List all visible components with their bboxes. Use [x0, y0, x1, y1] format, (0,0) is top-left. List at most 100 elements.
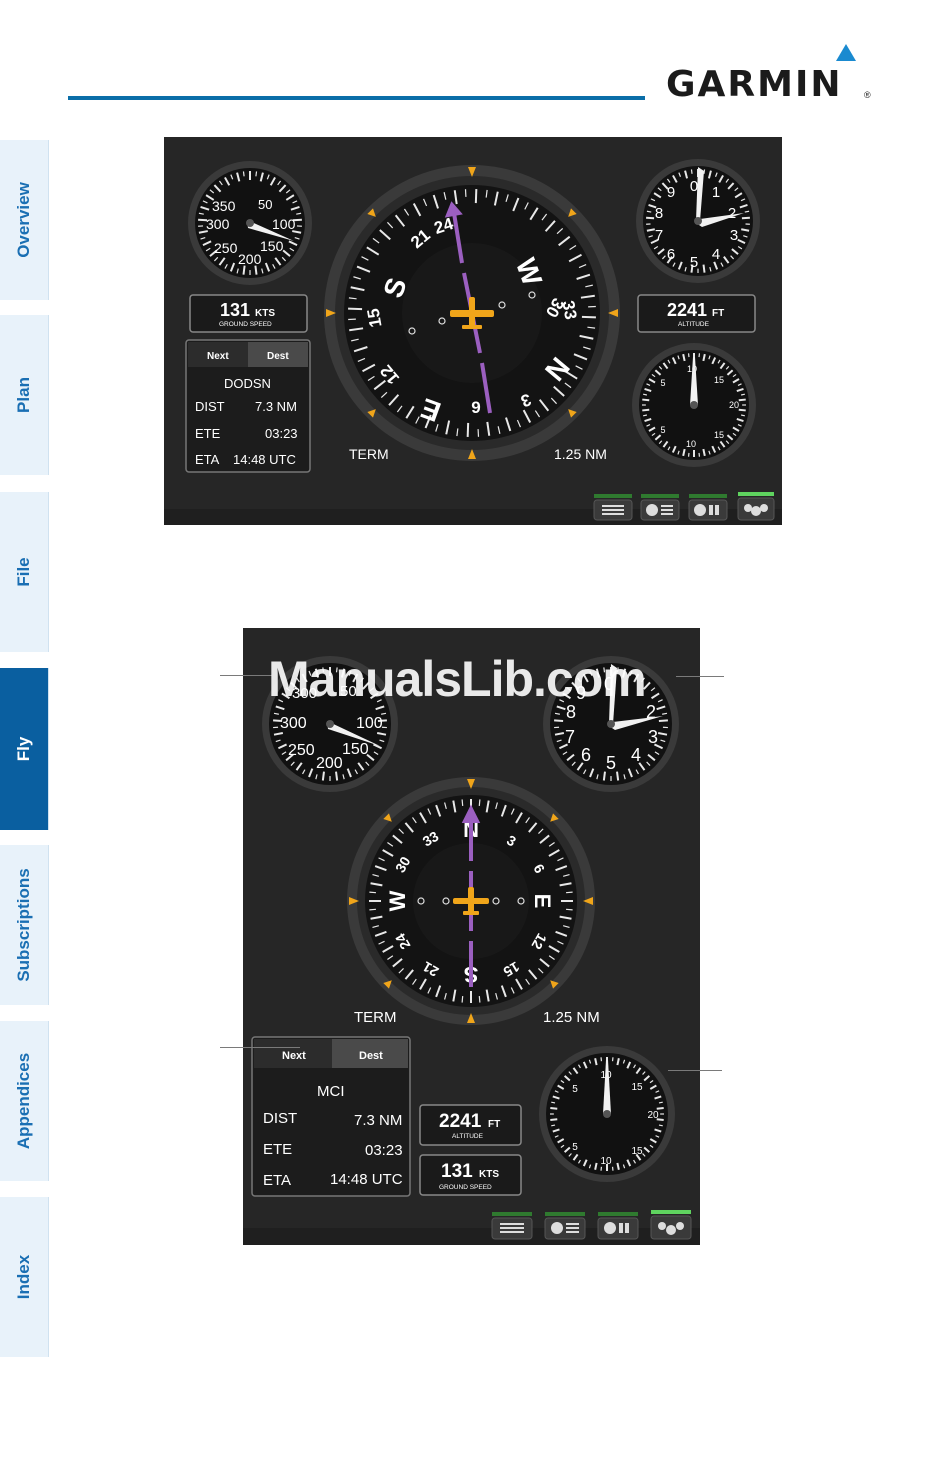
tick-mark [741, 216, 750, 220]
layout-grid-icon [500, 1223, 524, 1233]
tick-mark [461, 799, 464, 807]
tick-mark [369, 891, 377, 894]
brand-name: GARMIN [666, 64, 843, 105]
airspeed-tick-label: 200 [316, 755, 343, 772]
garmin-triangle-icon [836, 44, 856, 61]
callout-line-vsi [668, 1070, 722, 1071]
ground-speed-value: 131 [220, 300, 250, 320]
tab-file[interactable]: File [0, 492, 49, 652]
landscape-panel-screenshot: 350 50 300 100 250 150 200 131 KTS GROUN… [164, 137, 782, 525]
vsi-tick-label: 5 [572, 1084, 578, 1095]
airspeed-tick-label: 100 [356, 715, 383, 732]
altimeter-tick-label: 7 [565, 727, 575, 747]
waypoint-info-box: Next Dest MCI DIST 7.3 NM ETE 03:23 ETA … [251, 1036, 411, 1197]
tick-mark [702, 264, 706, 273]
altimeter-tick-label: 6 [667, 246, 675, 263]
waypoint-name: DODSN [224, 376, 271, 391]
callout-line-airspeed [220, 675, 272, 676]
ground-speed-value: 131 [441, 1161, 473, 1182]
waypoint-info-box: Next Dest DODSN DIST 7.3 NM ETE 03:23 ET… [185, 339, 311, 473]
dist-value: 7.3 NM [255, 399, 297, 414]
portrait-panel-screenshot: 300 50 300 100 250 150 200 0 9 8 2 7 3 6… [243, 628, 700, 1245]
hsi-range: 1.25 NM [543, 1009, 600, 1026]
dist-label: DIST [263, 1110, 297, 1127]
tick-mark [646, 216, 655, 220]
tick-mark [646, 210, 652, 213]
altimeter: 0 1 9 2 8 3 7 4 6 5 [636, 159, 760, 283]
vsi-tick-label: 15 [714, 430, 724, 440]
hsi-label: 9 [471, 398, 480, 417]
tick-mark [616, 1162, 620, 1170]
layout-dial-list-button[interactable] [640, 494, 680, 521]
layout-grid-icon [602, 505, 624, 515]
tab-subscriptions[interactable]: Subscriptions [0, 845, 49, 1005]
ete-label: ETE [263, 1141, 292, 1158]
tick-mark [738, 398, 746, 402]
dist-label: DIST [195, 399, 225, 414]
altimeter-tick-label: 3 [730, 227, 738, 244]
callout-line-waypoint [220, 1047, 300, 1048]
tick-mark [461, 995, 464, 1003]
hsi-mode: TERM [354, 1009, 397, 1026]
airspeed-tick-label: 300 [206, 216, 230, 232]
tick-mark [656, 1107, 664, 1110]
tick-mark [565, 908, 573, 911]
dest-tab-label: Dest [267, 351, 289, 362]
ete-label: ETE [195, 426, 221, 441]
layout-grid-button[interactable] [593, 494, 633, 521]
tab-label: Subscriptions [14, 868, 33, 982]
tab-appendices[interactable]: Appendices [0, 1021, 49, 1181]
vsi-tick-label: 15 [631, 1146, 643, 1157]
tick-mark [702, 448, 706, 457]
airspeed-tick-label: 350 [212, 198, 236, 214]
eta-value: 14:48 UTC [330, 1171, 403, 1188]
ground-speed-unit: KTS [255, 308, 275, 319]
tick-mark [369, 908, 377, 911]
tab-plan[interactable]: Plan [0, 315, 49, 475]
altimeter-tick-label: 2 [728, 205, 736, 222]
tick-mark [658, 719, 668, 722]
ete-value: 03:23 [265, 426, 298, 441]
altitude-value: 2241 [439, 1111, 482, 1132]
altimeter-tick-label: 6 [581, 745, 591, 765]
vsi-tick-label: 10 [686, 439, 696, 449]
tick-mark [682, 448, 686, 457]
layout-dial-grid-button[interactable] [688, 494, 728, 521]
airspeed-tick-label: 300 [280, 715, 307, 732]
airspeed-tick-label: 200 [238, 251, 262, 267]
ground-speed-unit: KTS [479, 1169, 499, 1180]
airspeed-tick-label: 100 [272, 216, 296, 232]
altimeter-tick-label: 5 [690, 254, 698, 271]
tab-index[interactable]: Index [0, 1197, 49, 1357]
airspeed-indicator: 350 50 300 100 250 150 200 [188, 161, 312, 285]
tab-overview[interactable]: Overview [0, 140, 49, 300]
vsi-tick-label: 10 [600, 1156, 612, 1167]
ground-speed-label: GROUND SPEED [219, 321, 272, 328]
tab-label: File [14, 557, 33, 587]
hsi-label: 15 [364, 307, 386, 329]
tick-mark [616, 771, 620, 781]
tab-label: Appendices [14, 1052, 33, 1150]
altitude-value: 2241 [667, 300, 707, 320]
altimeter-tick-label: 1 [712, 184, 720, 201]
altimeter-tick-label: 0 [690, 178, 698, 195]
tick-mark [321, 771, 325, 781]
vsi-tick-label: 20 [729, 400, 739, 410]
tick-mark [594, 1058, 598, 1066]
tick-mark [335, 771, 339, 781]
altitude-unit: FT [488, 1119, 500, 1130]
altimeter-tick-label: 4 [631, 745, 641, 765]
altitude-label: ALTITUDE [452, 1133, 484, 1140]
hsi-range: 1.25 NM [554, 446, 607, 462]
tab-label: Plan [14, 377, 33, 413]
tick-mark [602, 771, 606, 781]
tick-mark [738, 408, 746, 412]
tick-mark [690, 169, 693, 174]
altitude-box: 2241 FT ALTITUDE [419, 1104, 522, 1146]
tick-mark [740, 393, 745, 396]
altimeter-tick-label: 5 [606, 753, 616, 773]
vertical-speed-indicator: 10 5 15 20 5 10 15 [539, 1046, 675, 1182]
tab-fly[interactable]: Fly [0, 668, 49, 830]
hsi-compass: 24 W 30 33 N 3 E 9 S 21 15 12 [324, 165, 620, 461]
vsi-tick-label: 20 [647, 1110, 659, 1121]
